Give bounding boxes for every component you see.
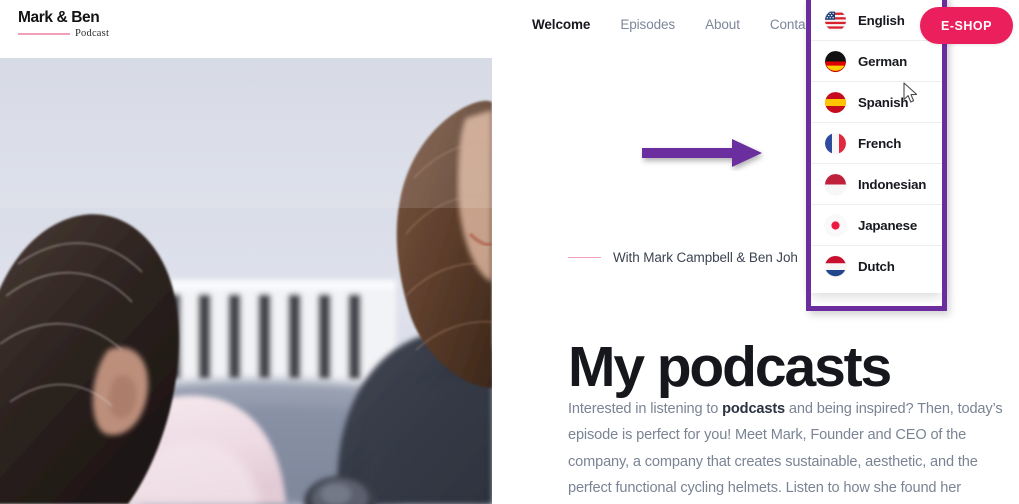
webpage-root: With Mark Campbell & Ben Joh My podcasts…: [0, 0, 1019, 504]
flag-de-icon: [825, 50, 846, 72]
main-navigation: Welcome Episodes About Contact: [532, 17, 846, 32]
language-label: German: [858, 53, 908, 69]
language-option-japanese[interactable]: Japanese: [811, 205, 942, 246]
logo-subtitle-row: Podcast: [18, 28, 148, 40]
eyebrow-rule: [568, 256, 601, 259]
language-dropdown-menu[interactable]: English German Spanish French Indonesian…: [811, 0, 942, 293]
nav-item-episodes[interactable]: Episodes: [620, 17, 675, 32]
flag-es-icon: [825, 91, 846, 113]
nav-item-about[interactable]: About: [705, 17, 740, 32]
intro-paragraph: Interested in listening to podcasts and …: [568, 396, 1006, 504]
language-label: Dutch: [858, 259, 895, 274]
nav-item-welcome[interactable]: Welcome: [532, 17, 590, 32]
hero-photo-image: [0, 58, 492, 504]
hero-photo: [0, 58, 492, 504]
flag-jp-icon: [825, 214, 846, 236]
site-logo[interactable]: Mark & Ben Podcast: [18, 9, 148, 40]
flag-us-icon: [825, 9, 846, 31]
flag-nl-icon: [825, 256, 846, 277]
language-option-indonesian[interactable]: Indonesian: [811, 164, 942, 205]
language-label: Japanese: [858, 217, 918, 233]
flag-id-icon: [825, 173, 846, 195]
language-label: Indonesian: [858, 176, 927, 192]
language-label: Spanish: [858, 94, 909, 110]
eyebrow-label: With Mark Campbell & Ben Joh: [613, 250, 798, 265]
language-option-dutch[interactable]: Dutch: [811, 246, 942, 287]
paragraph-before: Interested in listening to: [568, 400, 723, 417]
logo-subtitle: Podcast: [75, 28, 110, 39]
nav-item-contact[interactable]: Contact: [770, 17, 816, 32]
page-title: My podcasts: [568, 335, 892, 400]
eshop-button[interactable]: E-SHOP: [920, 7, 1013, 44]
flag-fr-icon: [825, 132, 846, 154]
language-option-spanish[interactable]: Spanish: [811, 82, 942, 123]
language-option-french[interactable]: French: [811, 123, 942, 164]
language-label: English: [858, 12, 905, 28]
language-label: French: [858, 135, 902, 151]
language-option-german[interactable]: German: [811, 41, 942, 82]
main-content: With Mark Campbell & Ben Joh My podcasts…: [568, 0, 1019, 504]
logo-title: Mark & Ben: [18, 9, 100, 26]
podcasts-keyword: podcasts: [722, 400, 786, 417]
logo-rule: [18, 33, 70, 35]
eyebrow: With Mark Campbell & Ben Joh: [568, 250, 798, 265]
